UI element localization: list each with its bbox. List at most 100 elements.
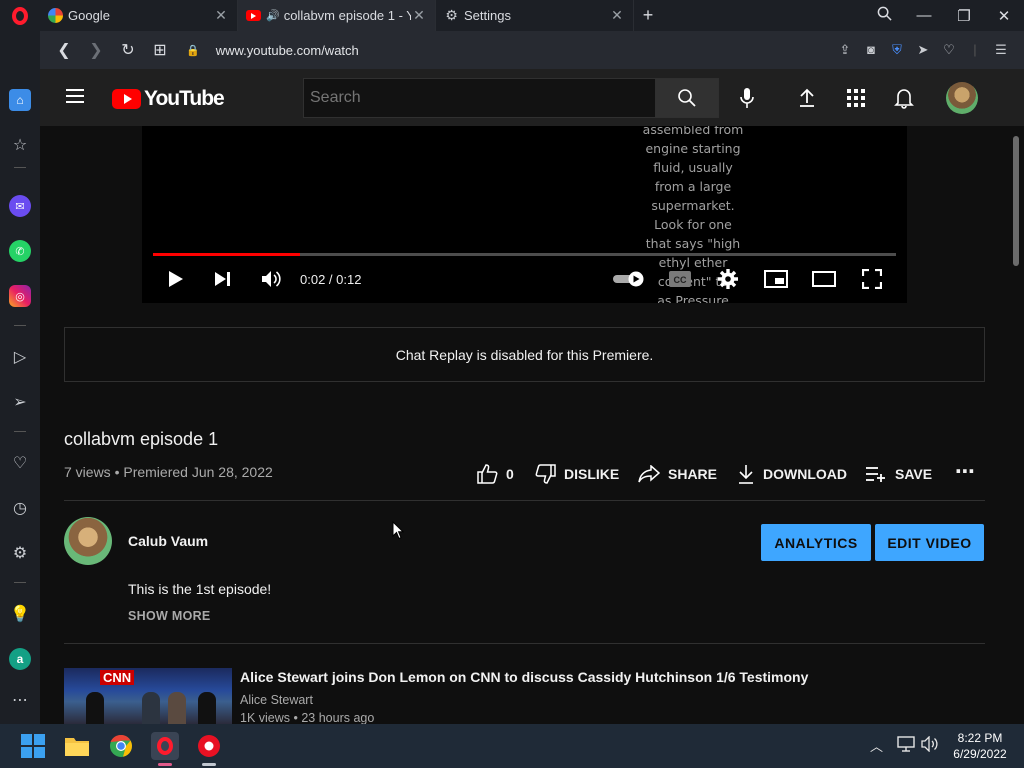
opera-taskbar-icon[interactable] xyxy=(151,732,179,766)
notifications-bell-icon[interactable] xyxy=(892,86,916,110)
thumbnail-person xyxy=(142,692,160,724)
home-icon[interactable]: ⌂ xyxy=(9,89,31,111)
chrome-icon[interactable] xyxy=(107,732,135,760)
restore-button[interactable]: ❐ xyxy=(944,7,984,25)
vpn-shield-icon[interactable]: ⛨ xyxy=(888,42,906,58)
reload-button[interactable]: ↻ xyxy=(112,40,144,60)
amazon-icon[interactable]: a xyxy=(9,648,31,670)
theater-mode-icon[interactable] xyxy=(811,267,837,291)
share-icon[interactable]: ⇪ xyxy=(836,42,854,58)
apps-grid-icon[interactable] xyxy=(844,86,868,110)
playlist-add-icon xyxy=(866,467,885,482)
heart-icon[interactable]: ♡ xyxy=(9,452,31,474)
file-explorer-icon[interactable] xyxy=(63,732,91,760)
video-title: collabvm episode 1 xyxy=(64,429,219,449)
messenger-icon[interactable]: ✉ xyxy=(9,195,31,217)
download-button[interactable]: DOWNLOAD xyxy=(737,463,847,485)
send-icon[interactable]: ➤ xyxy=(914,42,932,58)
volume-tray-icon[interactable] xyxy=(921,735,939,755)
youtube-logo[interactable]: YouTube xyxy=(112,87,225,111)
like-button[interactable]: 0 xyxy=(477,463,514,485)
recommended-stats: 1K views • 23 hours ago xyxy=(240,711,375,725)
menu-icon[interactable] xyxy=(66,89,84,103)
caption-line: assembled from xyxy=(642,126,744,137)
miniplayer-icon[interactable] xyxy=(763,267,789,291)
save-button[interactable]: SAVE xyxy=(865,463,932,485)
show-hidden-icons-chevron-icon[interactable]: ︿ xyxy=(870,736,883,755)
close-tab-icon[interactable]: ✕ xyxy=(609,7,625,24)
system-clock[interactable]: 8:22 PM 6/29/2022 xyxy=(940,730,1020,762)
close-window-button[interactable]: ✕ xyxy=(984,7,1024,25)
show-more-button[interactable]: SHOW MORE xyxy=(128,609,211,623)
settings-gear-icon[interactable]: ⚙ xyxy=(9,542,31,564)
flow-send-icon[interactable]: ➢ xyxy=(9,391,31,413)
microphone-icon[interactable] xyxy=(735,86,759,110)
search-button[interactable] xyxy=(655,78,719,118)
recommended-thumbnail[interactable]: CNN xyxy=(64,668,232,724)
clock-time: 8:22 PM xyxy=(957,731,1003,745)
more-icon[interactable]: ⋯ xyxy=(9,689,31,711)
close-tab-icon[interactable]: ✕ xyxy=(213,7,229,24)
bookmarks-icon[interactable]: ☆ xyxy=(9,134,31,156)
captions-cc-icon[interactable]: CC xyxy=(668,267,692,291)
heart-icon[interactable]: ♡ xyxy=(940,42,958,58)
settings-gear-icon[interactable] xyxy=(716,267,740,291)
search-input[interactable] xyxy=(303,78,656,118)
tab-google[interactable]: Google ✕ xyxy=(40,0,238,31)
fullscreen-icon[interactable] xyxy=(860,267,884,291)
more-actions-icon[interactable]: ⋯ xyxy=(955,460,975,483)
instagram-icon[interactable]: ◎ xyxy=(9,285,31,307)
recommended-channel[interactable]: Alice Stewart xyxy=(240,693,313,707)
minimize-button[interactable]: — xyxy=(904,7,944,24)
history-clock-icon[interactable]: ◷ xyxy=(9,497,31,519)
page-scrollbar[interactable] xyxy=(1012,126,1020,724)
divider xyxy=(14,582,26,583)
clock-date: 6/29/2022 xyxy=(953,747,1007,761)
download-icon xyxy=(739,465,753,484)
thumbnail-person xyxy=(86,692,104,724)
lock-icon[interactable]: 🔒 xyxy=(186,44,200,57)
opera-menu-button[interactable] xyxy=(0,0,40,31)
channel-avatar[interactable] xyxy=(64,517,112,565)
svg-text:CC: CC xyxy=(674,275,687,285)
url-field[interactable]: 🔒 www.youtube.com/watch xyxy=(186,43,836,58)
dislike-button[interactable]: DISLIKE xyxy=(535,463,619,485)
upload-icon[interactable] xyxy=(795,86,819,110)
forward-button[interactable]: ❯ xyxy=(80,40,112,60)
network-icon[interactable] xyxy=(897,736,915,755)
youtube-icon xyxy=(246,10,261,21)
tab-settings[interactable]: ⚙ Settings ✕ xyxy=(436,0,634,31)
analytics-button[interactable]: ANALYTICS xyxy=(761,524,871,561)
easy-setup-icon[interactable]: ☰ xyxy=(992,42,1010,58)
account-avatar[interactable] xyxy=(946,82,978,114)
new-tab-button[interactable]: + xyxy=(634,5,662,26)
divider xyxy=(64,500,985,501)
next-button[interactable] xyxy=(211,267,235,291)
back-button[interactable]: ❮ xyxy=(48,40,80,60)
browser-tab-strip: Google ✕ 🔊 collabvm episode 1 - Yo ✕ ⚙ S… xyxy=(0,0,1024,31)
whatsapp-icon[interactable]: ✆ xyxy=(9,240,31,262)
speaker-icon[interactable]: 🔊 xyxy=(266,9,280,22)
lightbulb-icon[interactable]: 💡 xyxy=(9,603,31,625)
edit-video-button[interactable]: EDIT VIDEO xyxy=(875,524,984,561)
close-tab-icon[interactable]: ✕ xyxy=(411,7,427,24)
autoplay-toggle[interactable] xyxy=(612,267,646,291)
snapshot-icon[interactable]: ◙ xyxy=(862,42,880,58)
scrollbar-thumb[interactable] xyxy=(1013,136,1019,266)
progress-bar[interactable] xyxy=(153,253,896,256)
play-button[interactable] xyxy=(165,267,187,291)
tab-overview-icon[interactable]: ⊞ xyxy=(144,40,176,60)
channel-name[interactable]: Calub Vaum xyxy=(128,533,208,549)
share-button[interactable]: SHARE xyxy=(638,463,717,485)
tab-title: Google xyxy=(68,8,110,23)
volume-icon[interactable] xyxy=(259,267,283,291)
tab-search-icon[interactable] xyxy=(864,6,904,25)
tab-youtube[interactable]: 🔊 collabvm episode 1 - Yo ✕ xyxy=(238,0,436,31)
windows-start-icon[interactable] xyxy=(19,732,47,760)
player-icon[interactable]: ▷ xyxy=(9,346,31,368)
video-player[interactable]: assembled from engine starting fluid, usua… xyxy=(142,126,907,303)
like-count: 0 xyxy=(506,466,514,482)
recommended-title[interactable]: Alice Stewart joins Don Lemon on CNN to … xyxy=(240,669,808,685)
share-icon xyxy=(638,465,660,483)
recorder-icon[interactable] xyxy=(195,732,223,766)
